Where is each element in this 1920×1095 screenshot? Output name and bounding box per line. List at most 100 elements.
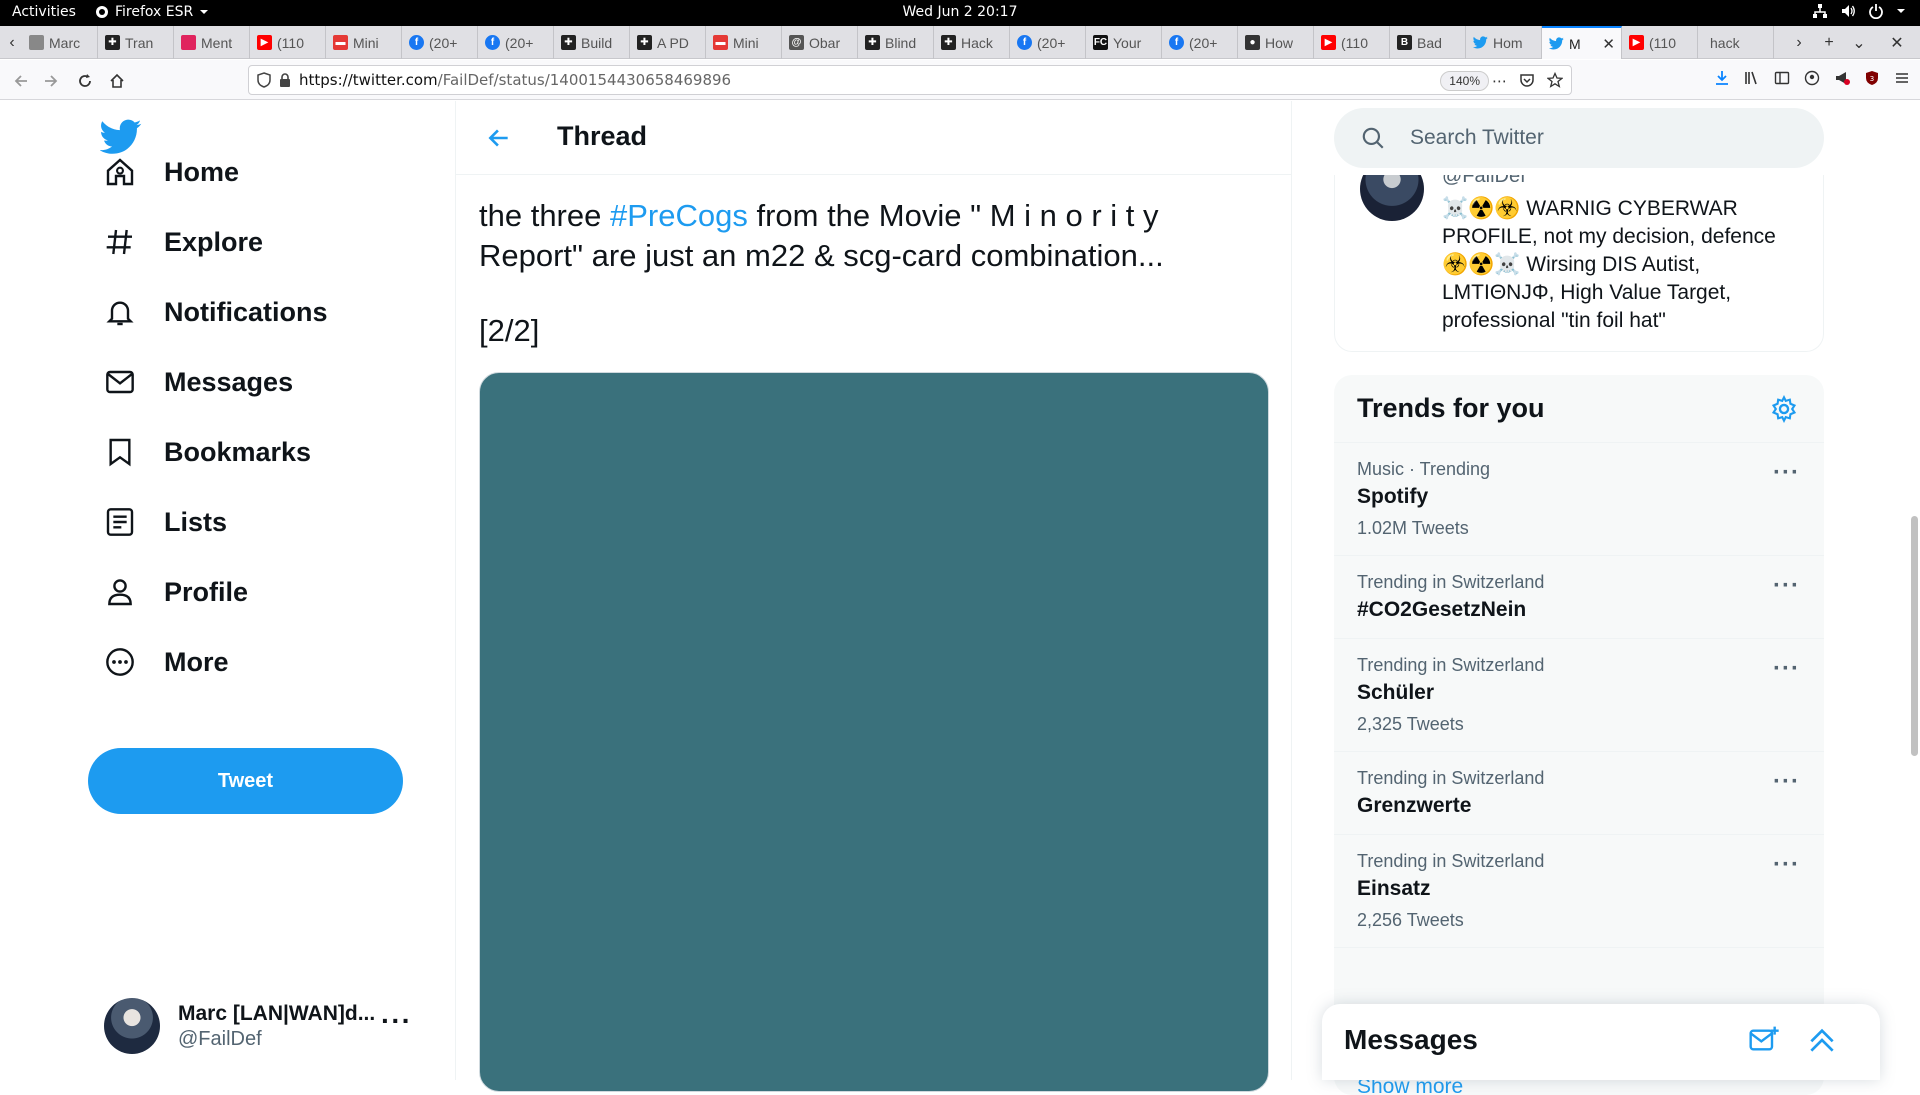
- more-dots-icon[interactable]: ···: [1773, 459, 1800, 487]
- puzzle-icon: ✚: [561, 35, 576, 50]
- lock-icon[interactable]: [279, 73, 291, 87]
- tab-strip: ‹ Marc ✚ Tran Ment ▶ (110 ▬ Mini f (20+ f (20+ ✚ Buil…: [0, 26, 1920, 59]
- downloads-icon[interactable]: [1714, 70, 1730, 86]
- back-button[interactable]: [10, 70, 32, 92]
- browser-tab[interactable]: ✚ A PD: [630, 26, 706, 59]
- ublock-icon[interactable]: 3: [1864, 70, 1880, 86]
- page-icon: [181, 35, 196, 50]
- bookmark-star-icon[interactable]: [1547, 72, 1563, 88]
- facebook-icon: f: [1017, 35, 1032, 50]
- trend-item[interactable]: Trending in Switzerland Einsatz 2,256 Twee…: [1334, 835, 1824, 948]
- hamburger-menu-icon[interactable]: [1894, 70, 1910, 86]
- trend-name: Schüler: [1357, 681, 1435, 704]
- pocket-icon[interactable]: [1519, 72, 1535, 88]
- library-icon[interactable]: [1744, 70, 1760, 86]
- trend-item[interactable]: Trending in Switzerland Schüler 2,325 Twee…: [1334, 639, 1824, 752]
- home-icon: [110, 73, 124, 88]
- back-arrow-icon: [14, 75, 27, 87]
- browser-tab[interactable]: Marc: [22, 26, 98, 59]
- profile-card[interactable]: @FailDef ☠️☢️☣️ WARNIG CYBERWAR PROFILE,…: [1334, 175, 1824, 352]
- nav-item-label: Profile: [164, 576, 249, 607]
- tweet-media[interactable]: [479, 372, 1269, 1092]
- trend-count: 2,325 Tweets: [1357, 714, 1464, 734]
- trend-item[interactable]: Music · Trending Spotify 1.02M Tweets ···: [1334, 443, 1824, 556]
- nav-item-explore[interactable]: Explore: [104, 217, 263, 267]
- close-tab-icon[interactable]: ✕: [1602, 35, 1615, 53]
- tweet-button[interactable]: Tweet: [88, 748, 403, 814]
- browser-tab[interactable]: @ Obar: [782, 26, 858, 59]
- trends-settings-button[interactable]: [1770, 394, 1798, 428]
- trend-item[interactable]: Trending in Switzerland Grenzwerte ···: [1334, 752, 1824, 835]
- nav-item-messages[interactable]: Messages: [104, 357, 293, 407]
- clock[interactable]: Wed Jun 2 20:17: [0, 4, 1920, 20]
- new-message-icon[interactable]: [1748, 1024, 1780, 1056]
- system-tray[interactable]: [1812, 3, 1906, 19]
- hashtag-link[interactable]: #PreCogs: [610, 198, 748, 233]
- browser-tab[interactable]: Hom: [1466, 26, 1542, 59]
- avatar: [104, 998, 160, 1054]
- browser-tab[interactable]: f (20+: [402, 26, 478, 59]
- nav-item-profile[interactable]: Profile: [104, 567, 248, 617]
- browser-tab[interactable]: ▬ Mini: [706, 26, 782, 59]
- new-tab-button[interactable]: +: [1814, 34, 1844, 52]
- back-button[interactable]: [486, 125, 512, 156]
- forward-button[interactable]: [40, 70, 62, 92]
- trend-context: Trending in Switzerland: [1357, 572, 1545, 592]
- more-dots-icon[interactable]: ···: [1773, 572, 1800, 600]
- nav-item-label: Bookmarks: [164, 436, 312, 467]
- megaphone-icon[interactable]: [1834, 70, 1850, 86]
- sidebar-icon[interactable]: [1774, 70, 1790, 86]
- home-button[interactable]: [106, 70, 128, 92]
- account-icon[interactable]: [1804, 70, 1820, 86]
- close-window-button[interactable]: ✕: [1874, 33, 1920, 53]
- trend-item[interactable]: Trending in Switzerland #CO2GesetzNein ···: [1334, 556, 1824, 639]
- browser-tab[interactable]: f (20+: [1010, 26, 1086, 59]
- address-bar[interactable]: https://twitter.com/FailDef/status/14001…: [248, 65, 1572, 95]
- tab-scroll-right-button[interactable]: ›: [1784, 34, 1814, 52]
- avatar: [1360, 175, 1424, 221]
- nav-item-more[interactable]: More: [104, 637, 229, 687]
- account-handle: @FailDef: [178, 1027, 262, 1050]
- nav-item-label: Notifications: [164, 296, 328, 327]
- account-switcher[interactable]: Marc [LAN|WAN]d... @FailDef ···: [104, 991, 434, 1061]
- browser-tab[interactable]: f (20+: [478, 26, 554, 59]
- browser-tab[interactable]: ▶ (110: [250, 26, 326, 59]
- trend-context: Trending in Switzerland: [1357, 655, 1545, 675]
- more-dots-icon[interactable]: ···: [1773, 655, 1800, 683]
- nav-item-bookmarks[interactable]: Bookmarks: [104, 427, 311, 477]
- more-dots-icon[interactable]: ···: [1773, 768, 1800, 796]
- browser-tab[interactable]: ▶ (110: [1314, 26, 1390, 59]
- browser-tab[interactable]: B Bad: [1390, 26, 1466, 59]
- reload-button[interactable]: [74, 70, 96, 92]
- browser-tab[interactable]: FC Your: [1086, 26, 1162, 59]
- browser-tab[interactable]: ✚ Build: [554, 26, 630, 59]
- browser-tab[interactable]: ✚ Hack: [934, 26, 1010, 59]
- nav-item-notifications[interactable]: Notifications: [104, 287, 328, 337]
- browser-tab[interactable]: ✚ Blind: [858, 26, 934, 59]
- list-all-tabs-button[interactable]: ⌄: [1844, 33, 1874, 53]
- more-dots-icon: ···: [381, 1005, 412, 1036]
- messages-drawer[interactable]: Messages: [1322, 1004, 1880, 1080]
- browser-tab[interactable]: ▬ Mini: [326, 26, 402, 59]
- browser-tab[interactable]: hack: [1698, 26, 1774, 59]
- url-text[interactable]: https://twitter.com/FailDef/status/14001…: [299, 71, 731, 89]
- more-dots-icon[interactable]: ···: [1773, 851, 1800, 879]
- browser-tab[interactable]: Ment: [174, 26, 250, 59]
- browser-tab[interactable]: ▶ (110: [1622, 26, 1698, 59]
- page-scrollbar[interactable]: [1911, 516, 1918, 756]
- browser-tab[interactable]: ● How: [1238, 26, 1314, 59]
- tracking-shield-icon[interactable]: [257, 72, 271, 88]
- facebook-icon: f: [409, 35, 424, 50]
- double-chevron-up-icon[interactable]: [1806, 1024, 1838, 1056]
- url-path: /FailDef/status/1400154430658469896: [437, 71, 732, 89]
- nav-item-home[interactable]: Home: [104, 147, 239, 197]
- zoom-level[interactable]: 140%: [1440, 71, 1489, 91]
- browser-tab[interactable]: f (20+: [1162, 26, 1238, 59]
- search-input[interactable]: Search Twitter: [1334, 108, 1824, 168]
- browser-tab[interactable]: M ✕: [1542, 26, 1622, 59]
- main-column: Thread the three #PreCogs from the Movie…: [455, 101, 1292, 1092]
- page-actions-icon[interactable]: ⋯: [1492, 72, 1507, 90]
- browser-tab[interactable]: ✚ Tran: [98, 26, 174, 59]
- tab-scroll-left-button[interactable]: ‹: [2, 26, 22, 59]
- nav-item-lists[interactable]: Lists: [104, 497, 227, 547]
